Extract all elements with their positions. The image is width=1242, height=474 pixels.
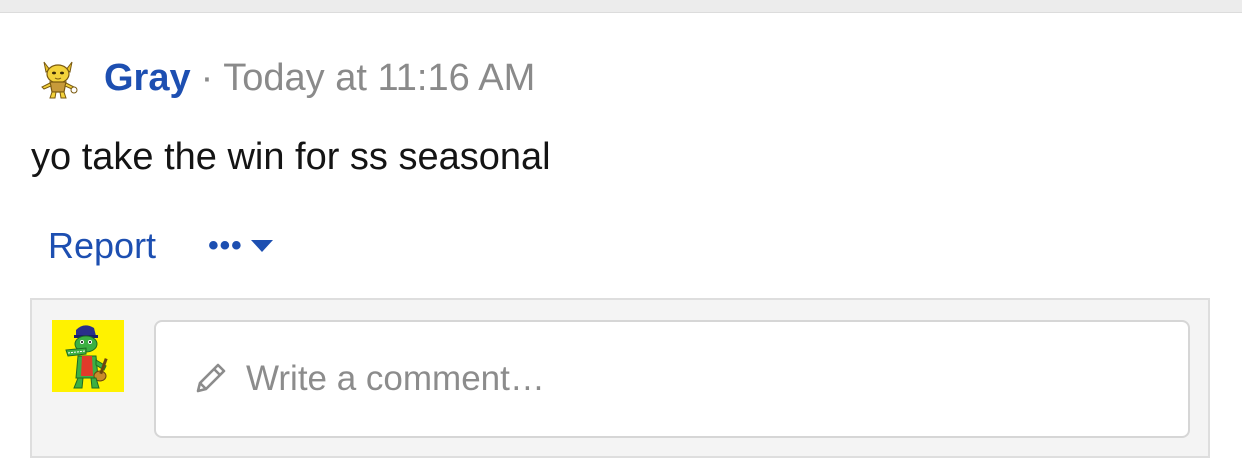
comment-placeholder: Write a comment… [246,359,545,398]
more-options-button[interactable]: ••• [208,229,273,263]
author-name-link[interactable]: Gray [104,57,191,100]
pokemon-sprite-icon[interactable] [36,56,80,100]
top-divider-band [0,0,1242,13]
comment-input[interactable]: Write a comment… [154,320,1190,438]
crocodile-avatar-icon [52,320,124,392]
post-header: Gray · Today at 11:16 AM [36,53,535,103]
comment-composer: Write a comment… [30,298,1210,458]
more-dots-icon: ••• [208,229,243,262]
caret-down-icon [250,240,273,252]
post-card: Gray · Today at 11:16 AM yo take the win… [0,13,1242,474]
post-timestamp[interactable]: Today at 11:16 AM [223,57,535,100]
pencil-icon [196,363,226,393]
report-link[interactable]: Report [48,225,156,267]
post-message: yo take the win for ss seasonal [31,136,551,178]
post-actions: Report ••• [48,223,273,269]
header-separator: · [200,56,214,99]
